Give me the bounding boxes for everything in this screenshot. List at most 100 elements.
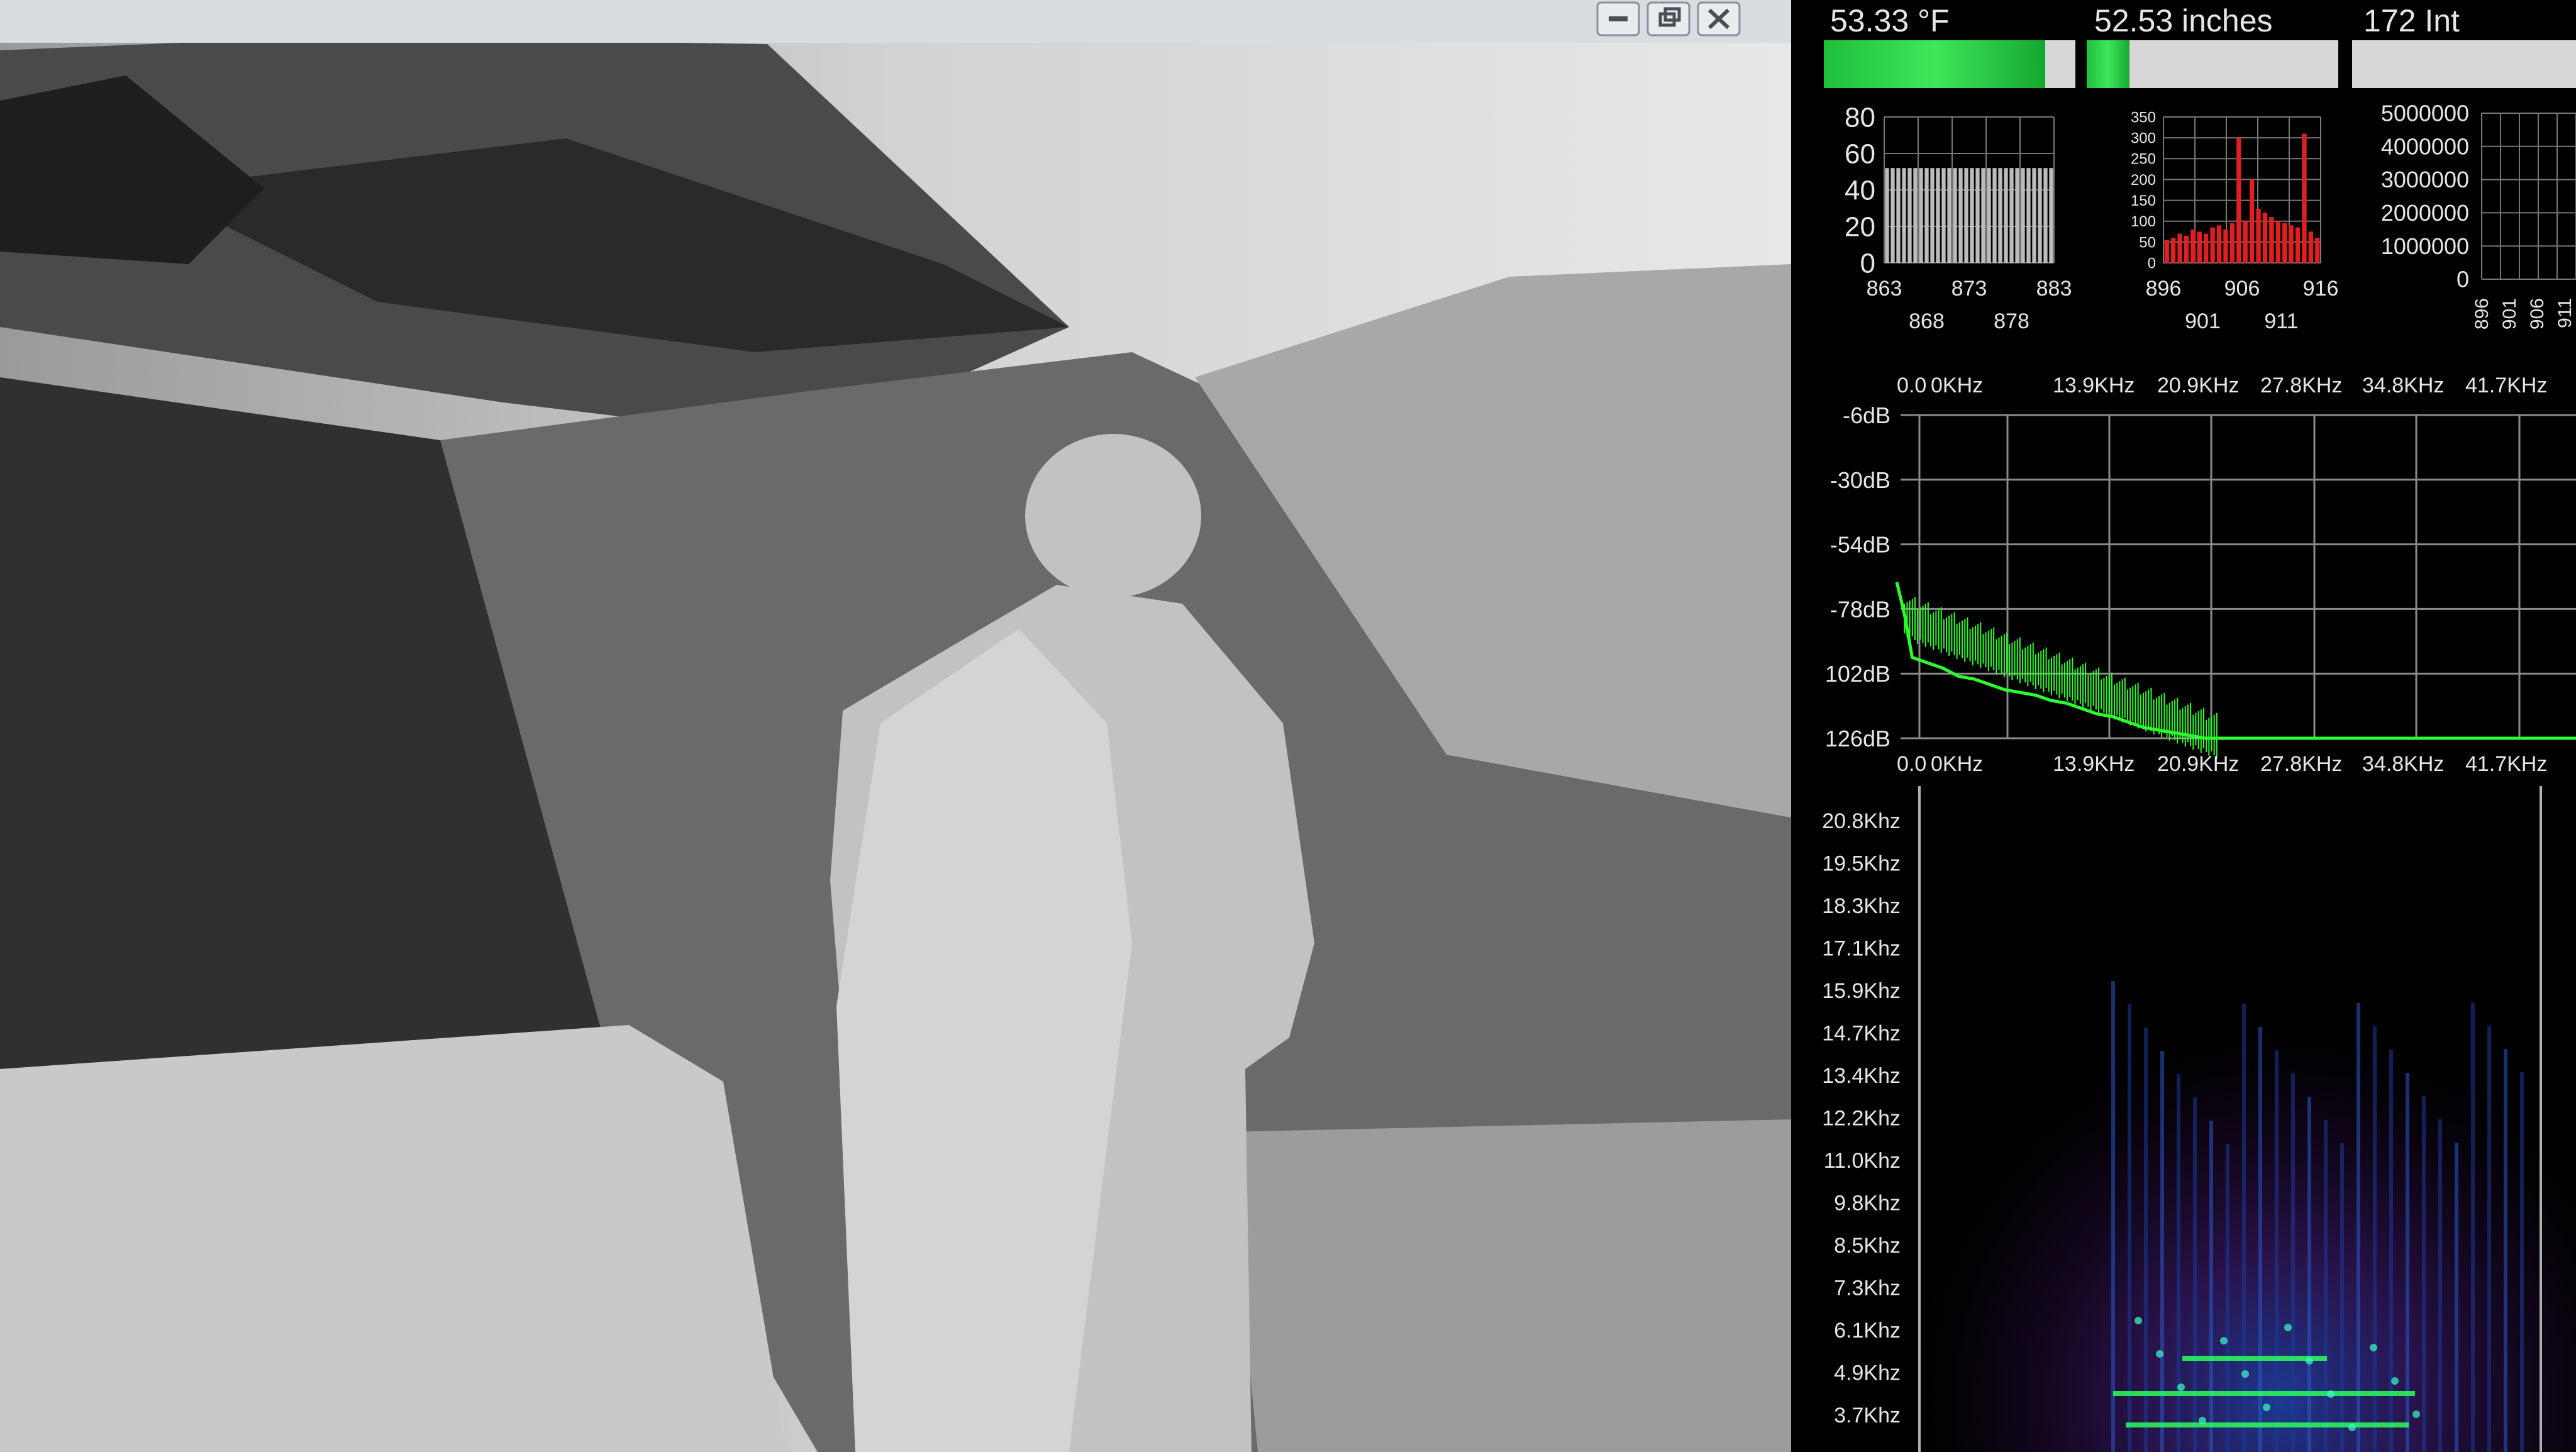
bar	[2210, 227, 2215, 263]
spectrogram-spot	[2370, 1344, 2377, 1351]
ytick-label: 3000000	[2381, 167, 2469, 192]
spectrogram-yticks: 20.8Khz 19.5Khz 18.3Khz 17.1Khz 15.9Khz 14.7K…	[1822, 809, 1901, 1427]
spectrogram-spot	[2284, 1324, 2292, 1331]
bar	[2282, 223, 2287, 263]
ytick-label: 200	[2131, 172, 2156, 189]
ytick-label: 8.5Khz	[1834, 1234, 1901, 1258]
ytick-label: 100	[2131, 213, 2156, 230]
xtick-label: 901	[2185, 309, 2221, 333]
bar	[2043, 168, 2048, 263]
ytick-label: -6dB	[1843, 402, 1890, 428]
ytick-label: 60	[1845, 138, 1875, 169]
ytick-label: 12.2Khz	[1822, 1107, 1901, 1131]
spectrogram-spot	[2391, 1377, 2399, 1385]
ytick-label: 6.1Khz	[1834, 1319, 1901, 1343]
bar	[2170, 238, 2176, 263]
xtick-label: 911	[2264, 309, 2298, 333]
ytick-label: 17.1Khz	[1822, 937, 1901, 961]
xtick-label: 868	[1909, 309, 1945, 333]
spectrogram-spot	[2412, 1410, 2420, 1418]
xtick-label: 873	[1951, 277, 1987, 301]
ytick-label: 4000000	[2381, 133, 2469, 159]
spectrogram-spot	[2327, 1390, 2334, 1398]
ytick-label: 20.8Khz	[1822, 809, 1901, 833]
xtick-label: 901	[2499, 298, 2520, 330]
ytick-label: -54dB	[1830, 532, 1890, 558]
bar	[2190, 229, 2196, 263]
xtick-label: 34.8KHz	[2362, 752, 2444, 776]
readout-distance-label: 52.53 inches	[2094, 3, 2273, 38]
xtick-label: 20.9KHz	[2157, 752, 2239, 776]
minimize-icon	[1609, 16, 1628, 21]
bar	[1992, 168, 1997, 263]
bar	[2256, 208, 2261, 263]
bar	[2038, 168, 2042, 263]
ytick-label: 4.9Khz	[1834, 1361, 1901, 1385]
xtick-label: 13.9KHz	[2053, 752, 2135, 776]
spectrogram-spot	[2348, 1424, 2356, 1431]
xtick-label: 0KHz	[1931, 374, 1983, 397]
xtick-label: 0KHz	[1931, 752, 1983, 776]
ytick-label: 7.3Khz	[1834, 1277, 1901, 1300]
bar	[1998, 168, 2002, 263]
spectrogram-spot	[2156, 1350, 2163, 1358]
bar	[2269, 217, 2274, 263]
xtick-label: 34.8KHz	[2362, 374, 2444, 397]
bar	[2262, 213, 2268, 263]
ytick-label: 15.9Khz	[1822, 979, 1901, 1003]
ytick-label: 40	[1845, 175, 1875, 206]
bar	[2223, 229, 2228, 263]
bar	[2197, 231, 2202, 263]
bar	[1902, 168, 1906, 263]
bar	[2315, 238, 2320, 263]
xtick-label: 13.9KHz	[2053, 374, 2135, 397]
depth-region-floor	[0, 1025, 786, 1452]
bar	[2308, 231, 2314, 263]
xtick-label: 27.8KHz	[2260, 752, 2342, 776]
ytick-label: 0	[2457, 267, 2469, 292]
xtick-label: 41.7KHz	[2465, 752, 2547, 776]
bar	[1947, 168, 1951, 263]
ytick-label: 1000000	[2381, 233, 2469, 259]
bar	[1930, 168, 1935, 263]
bar	[2229, 223, 2235, 263]
bar	[2004, 168, 2008, 263]
bar	[2275, 221, 2280, 263]
ytick-label: 18.3Khz	[1822, 894, 1901, 918]
ytick-label: 2000000	[2381, 200, 2469, 226]
person-head	[1025, 434, 1201, 597]
ytick-label: 3.7Khz	[1834, 1404, 1901, 1427]
bar	[1953, 168, 1957, 263]
bar	[2289, 225, 2294, 263]
xtick-label: 906	[2224, 277, 2260, 301]
spectrogram: 20.8Khz 19.5Khz 18.3Khz 17.1Khz 15.9Khz 14.7K…	[1822, 786, 2576, 1452]
bar	[2184, 235, 2189, 263]
xtick-label: 0.0	[1897, 374, 1926, 397]
bar	[2216, 225, 2222, 263]
bar	[1941, 168, 1946, 263]
bar	[2049, 168, 2053, 263]
bar	[2302, 133, 2307, 263]
bar	[1936, 168, 1940, 263]
spectrogram-spot	[2241, 1370, 2249, 1378]
bar	[2164, 240, 2169, 263]
ytick-label: 250	[2131, 151, 2156, 168]
ytick-label: 13.4Khz	[1822, 1064, 1901, 1088]
bar	[1958, 168, 1963, 263]
xtick-label: 911	[2555, 298, 2575, 328]
bar	[2236, 138, 2241, 263]
bar	[1885, 168, 1889, 263]
xtick-label: 863	[1867, 277, 1902, 301]
xtick-label: 41.7KHz	[2465, 374, 2547, 397]
bar	[1896, 168, 1901, 263]
screen: 53.33 °F 52.53 inches 172 Int 806040200 …	[0, 0, 2576, 1452]
ytick-label: 80	[1845, 102, 1875, 133]
spectrogram-glow	[1918, 786, 2576, 1452]
ytick-label: 0	[2148, 255, 2156, 272]
ytick-label: 20	[1845, 211, 1875, 242]
readout-intensity-track	[2352, 40, 2576, 88]
xtick-label: 896	[2146, 277, 2182, 301]
ytick-label: 350	[2131, 109, 2156, 126]
readout-distance-fill	[2087, 40, 2129, 88]
ytick-label: 9.8Khz	[1834, 1192, 1901, 1216]
